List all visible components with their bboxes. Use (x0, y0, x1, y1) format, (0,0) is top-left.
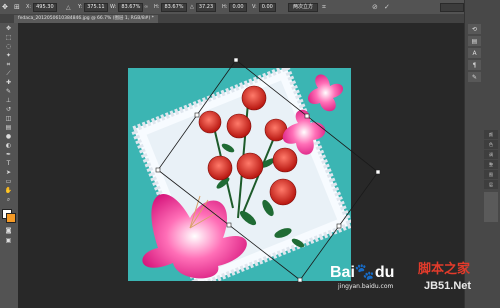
jb51-logo-en: JB51.Net (424, 280, 472, 292)
jb51-logo-cn: 脚本之家 (418, 262, 471, 277)
jingyan-url: jingyan.baidu.com (338, 283, 394, 290)
baidu-logo: Bai🐾du (330, 264, 395, 281)
